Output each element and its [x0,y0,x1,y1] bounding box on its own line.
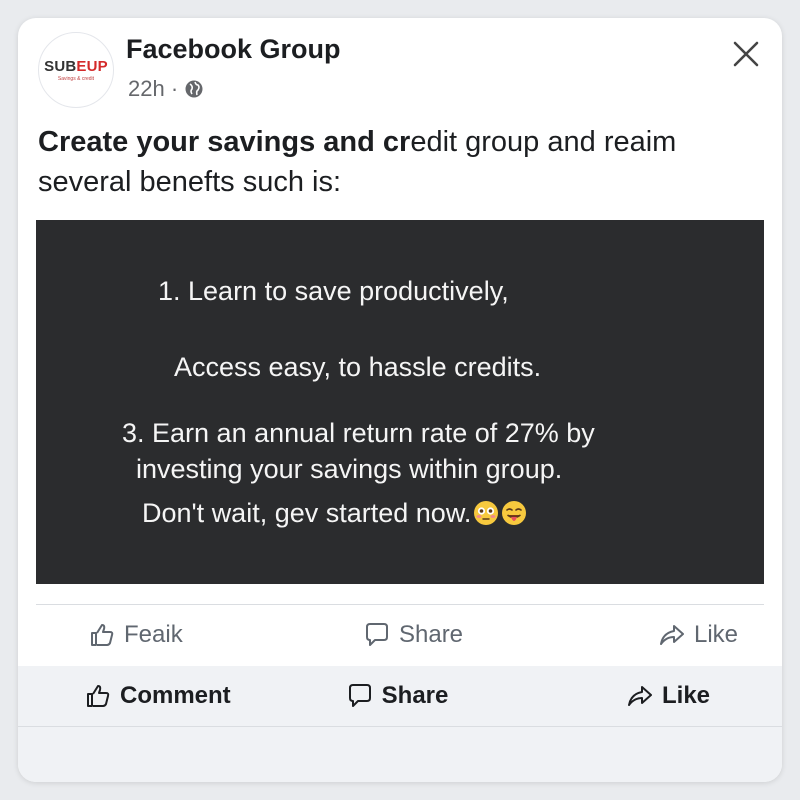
post-header: SUBEUP Savings & credit Facebook Group 2… [18,18,782,128]
globe-icon [184,79,204,99]
group-name-link[interactable]: Facebook Group [126,34,341,65]
media-text-line-5: Don't wait, gev started now. [142,498,527,529]
share-button[interactable]: Like [521,621,764,649]
comment-area [18,727,782,782]
like-button[interactable]: Feaik [36,621,305,649]
post-media-image[interactable]: 1. Learn to save productively, Access ea… [36,220,764,584]
thumbs-up-icon [91,624,114,646]
avatar-logo: SUBEUP [44,58,108,75]
divider [36,604,764,605]
comment-bubble-icon [365,623,388,646]
media-text-line-4: investing your savings within group. [136,454,563,484]
avatar[interactable]: SUBEUP Savings & credit [38,32,114,108]
comment-like-button[interactable]: Comment [18,682,293,710]
media-text-line-1: 1. Learn to save productively, [158,276,509,306]
close-button[interactable] [728,36,764,72]
close-icon [733,41,759,67]
post-body-text: Create your savings and credit group and… [38,122,752,202]
avatar-logo-tagline: Savings & credit [57,76,95,82]
post-card: SUBEUP Savings & credit Facebook Group 2… [18,18,782,782]
secondary-share-button[interactable]: Share [293,682,502,710]
comment-bubble-icon [348,684,371,707]
flushed-face-emoji [473,500,499,526]
post-actions-row-secondary: Comment Share Like [18,666,782,726]
post-meta: 22h · [128,76,204,102]
post-text-bold: Create your savings and cr [38,126,411,158]
media-text-line-2: Access easy, to hassle credits. [174,352,542,382]
media-text-line-3: 3. Earn an annual return rate of 27% by [122,418,595,448]
secondary-like-button[interactable]: Like [501,682,782,710]
thumbs-up-icon [87,685,110,707]
post-text-line2: several benefts such is: [38,166,342,198]
comment-button[interactable]: Share [305,621,522,649]
post-text-rest: edit group and reaim [410,126,677,158]
post-timestamp[interactable]: 22h · [128,76,178,102]
share-arrow-icon [659,625,684,645]
share-arrow-icon [627,686,652,706]
tongue-wink-emoji [501,500,527,526]
post-actions-row: Feaik Share Like [36,606,764,664]
